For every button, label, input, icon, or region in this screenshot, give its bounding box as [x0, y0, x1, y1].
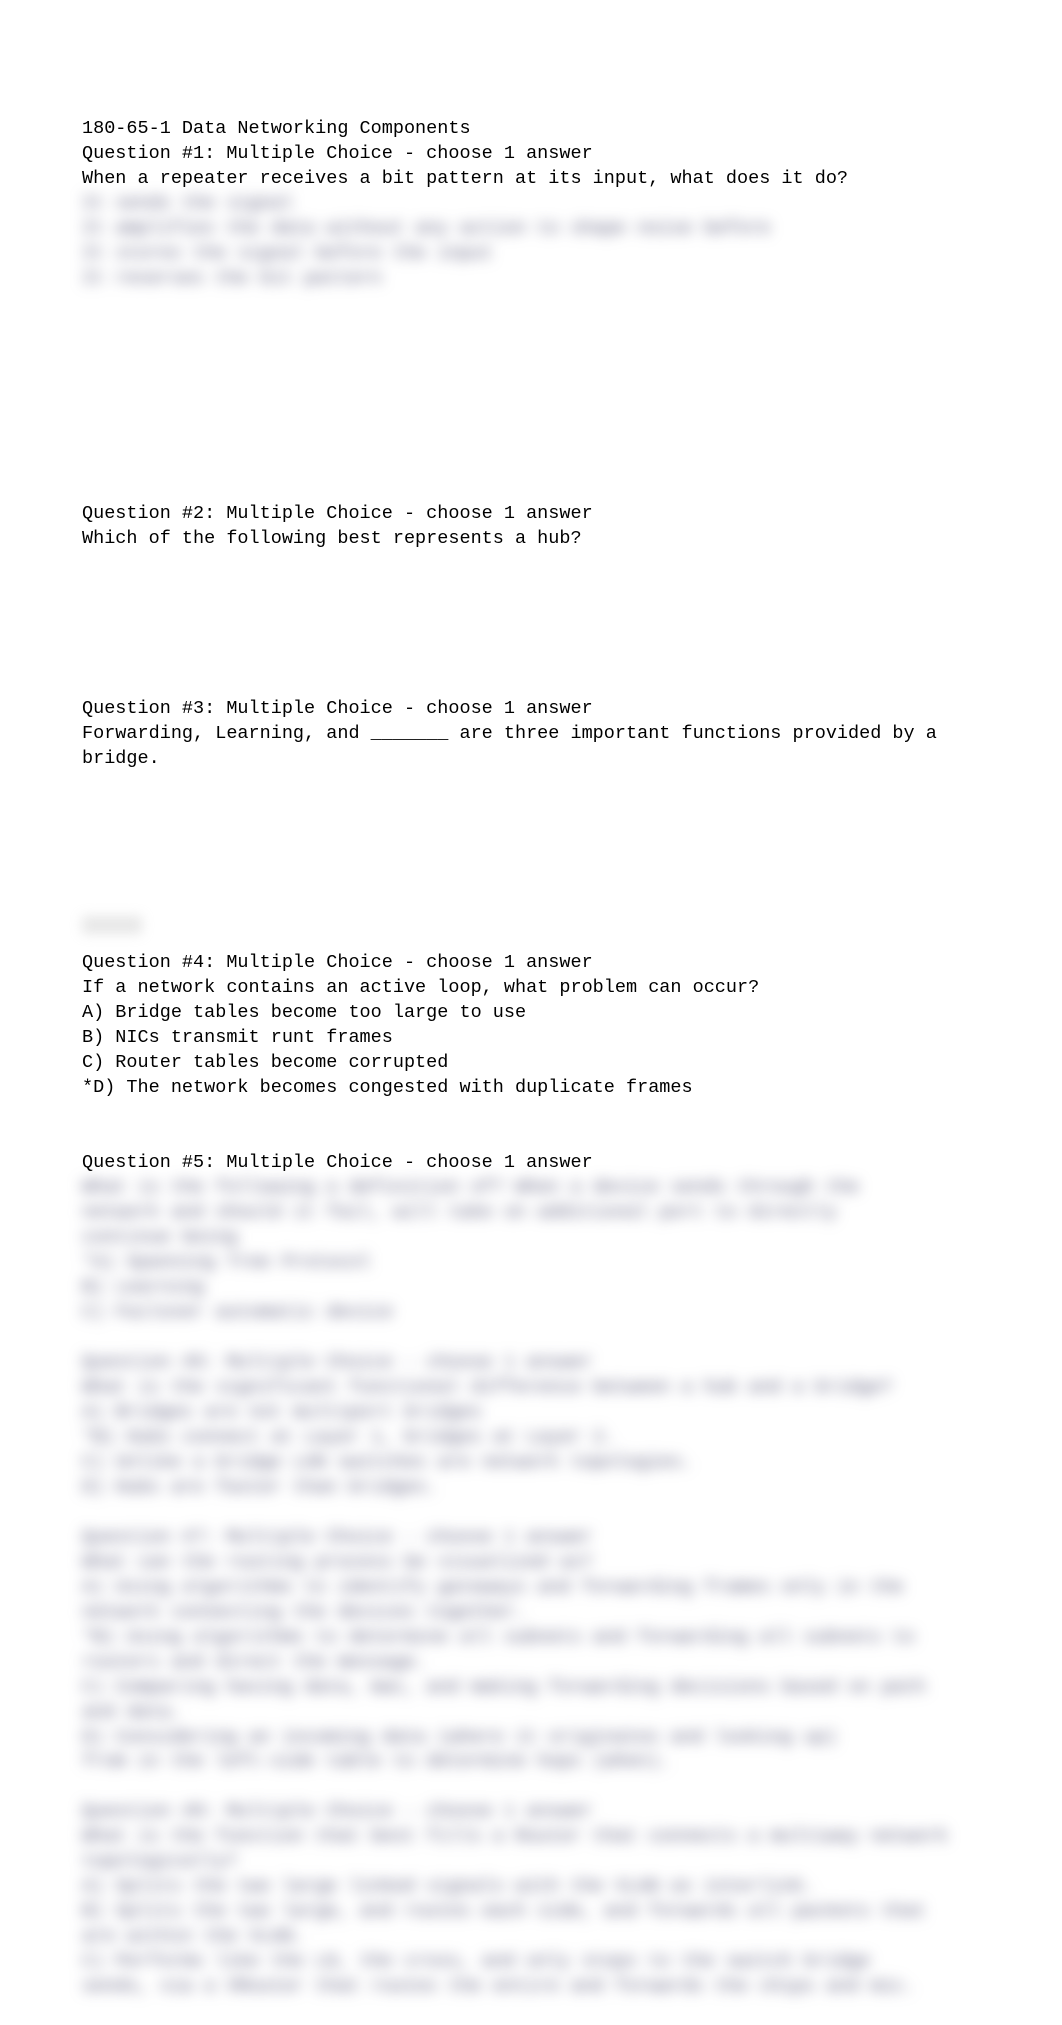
- q4-choice-d: *D) The network becomes congested with d…: [82, 1077, 693, 1098]
- q4-text: If a network contains an active loop, wh…: [82, 977, 759, 998]
- q1-text: When a repeater receives a bit pattern a…: [82, 168, 848, 189]
- doc-header: 180-65-1 Data Networking Components: [82, 118, 471, 139]
- q1-choices-blurred: It sends the signal It amplifies the dat…: [82, 192, 980, 292]
- q5-title: Question #5: Multiple Choice - choose 1 …: [82, 1152, 593, 1173]
- q4-choice-a: A) Bridge tables become too large to use: [82, 1002, 526, 1023]
- q3-text: Forwarding, Learning, and _______ are th…: [82, 723, 948, 769]
- q4-blur-fragment: [82, 916, 142, 934]
- q4-title: Question #4: Multiple Choice - choose 1 …: [82, 952, 593, 973]
- document-content: 180-65-1 Data Networking Components Ques…: [82, 92, 980, 2025]
- q5-and-below-blurred: What is the following a definition of? W…: [82, 1176, 980, 2000]
- q4-choice-b: B) NICs transmit runt frames: [82, 1027, 393, 1048]
- q4-choice-c: C) Router tables become corrupted: [82, 1052, 448, 1073]
- q2-title: Question #2: Multiple Choice - choose 1 …: [82, 503, 593, 524]
- q1-title: Question #1: Multiple Choice - choose 1 …: [82, 143, 593, 164]
- q3-title: Question #3: Multiple Choice - choose 1 …: [82, 698, 593, 719]
- q2-text: Which of the following best represents a…: [82, 528, 582, 549]
